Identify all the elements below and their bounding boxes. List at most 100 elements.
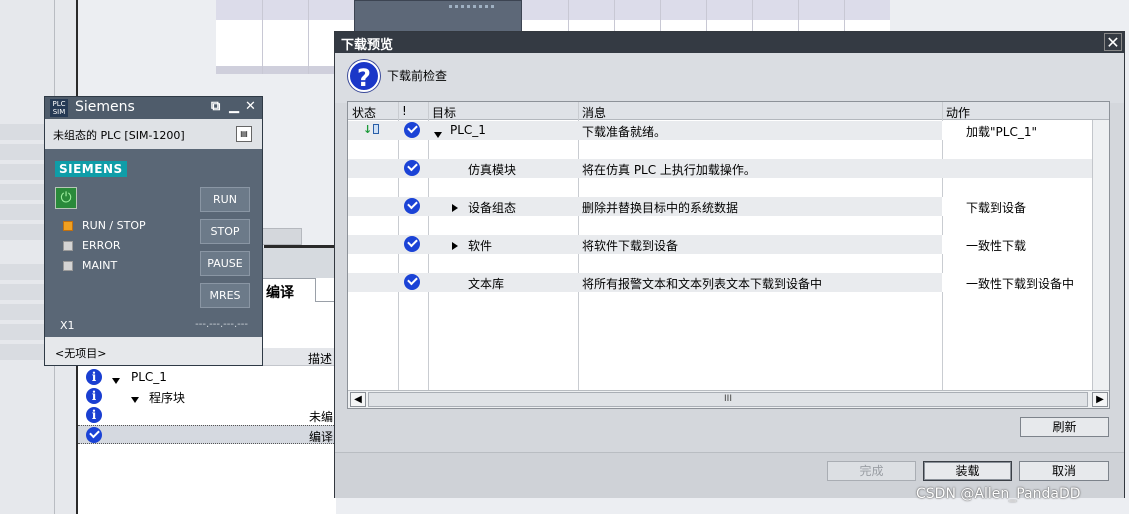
plcsim-status-bar: 未组态的 PLC [SIM-1200] ▤ [45, 119, 262, 149]
device-led [455, 5, 458, 8]
plcsim-titlebar[interactable]: PLC SIM Siemens ⧉ ▁ ✕ [45, 97, 262, 119]
row-description: 未编 [309, 410, 334, 424]
grid-header [216, 0, 890, 20]
expand-down-icon[interactable] [112, 373, 120, 387]
table-row[interactable]: 设备组态 删除并替换目标中的系统数据 下载到设备 [348, 197, 1092, 216]
mres-button[interactable]: MRES [200, 283, 250, 308]
device-led [479, 5, 482, 8]
action-value[interactable]: 下载到设备 [966, 199, 1026, 216]
check-icon [86, 427, 102, 446]
led-maint [63, 261, 73, 271]
power-icon[interactable]: ⏻ [55, 187, 77, 209]
column-target[interactable]: 目标 [432, 104, 456, 121]
dialog-subtitle: 下载前检查 [387, 69, 448, 83]
led-label: MAINT [82, 259, 118, 272]
scroll-left-icon[interactable]: ◀ [350, 392, 366, 407]
table-row[interactable]: 文本库 将所有报警文本和文本列表文本下载到设备中 一致性下载到设备中 [348, 273, 1092, 292]
grid-column-line [308, 0, 309, 74]
pause-button[interactable]: PAUSE [200, 251, 250, 276]
question-icon: ? [348, 60, 380, 92]
download-preview-dialog: 下载预览 ✕ ? 下载前检查 状态 ! 目标 消息 动作 ↓ PLC_1 下载准… [334, 31, 1125, 498]
column-action[interactable]: 动作 [946, 104, 970, 121]
target-cell: PLC_1 [450, 123, 486, 137]
device-led [467, 5, 470, 8]
table-row[interactable]: 软件 将软件下载到设备 一致性下载 [348, 235, 1092, 254]
check-table: 状态 ! 目标 消息 动作 ↓ PLC_1 下载准备就绪。 加载"PLC_1" … [347, 101, 1110, 409]
message-cell: 将所有报警文本和文本列表文本下载到设备中 [582, 277, 823, 291]
stop-button[interactable]: STOP [200, 219, 250, 244]
minimize-icon[interactable]: ▁ [229, 99, 239, 114]
refresh-button[interactable]: 刷新 [1020, 417, 1109, 437]
plc-status-text: 未组态的 PLC [SIM-1200] [53, 129, 185, 142]
led-label: ERROR [82, 239, 121, 252]
close-icon[interactable]: ✕ [245, 99, 256, 114]
device-led [485, 5, 488, 8]
led-label: RUN / STOP [82, 219, 146, 232]
info-icon: i [86, 388, 102, 404]
cancel-button[interactable]: 取消 [1019, 461, 1109, 481]
table-row[interactable]: i PLC_1 [78, 368, 336, 387]
plcsim-project-bar: <无项目> [45, 337, 262, 365]
action-value[interactable]: 一致性下载到设备中 [966, 275, 1074, 292]
target-cell: 仿真模块 [468, 163, 517, 177]
close-icon[interactable]: ✕ [1104, 33, 1122, 52]
device-led [473, 5, 476, 8]
plcsim-window: PLC SIM Siemens ⧉ ▁ ✕ 未组态的 PLC [SIM-1200… [44, 96, 263, 366]
plcsim-title: Siemens [75, 99, 135, 115]
column-message[interactable]: 消息 [582, 104, 606, 121]
message-cell: 将在仿真 PLC 上执行加载操作。 [582, 163, 756, 177]
expand-right-icon[interactable] [452, 239, 458, 253]
target-cell: 软件 [468, 239, 493, 253]
check-icon [404, 122, 420, 141]
panel-toggle-icon[interactable]: ▤ [236, 126, 252, 142]
tab-compile[interactable]: 编译 [262, 278, 316, 302]
port-label: X1 [60, 319, 75, 332]
dialog-title: 下载预览 [341, 38, 394, 53]
dialog-titlebar[interactable]: 下载预览 ✕ [335, 32, 1124, 53]
table-row[interactable]: i 未编 [78, 406, 336, 425]
check-icon [404, 236, 420, 255]
table-row[interactable]: ↓ PLC_1 下载准备就绪。 加载"PLC_1" [348, 121, 1092, 140]
panel-divider [264, 245, 336, 248]
device-led [491, 5, 494, 8]
ip-address: ---.---.---.--- [195, 319, 248, 330]
finish-button[interactable]: 完成 [827, 461, 916, 481]
message-cell: 将软件下载到设备 [582, 239, 679, 253]
siemens-brand: SIEMENS [55, 161, 127, 177]
info-icon: i [86, 369, 102, 385]
expand-right-icon[interactable] [452, 201, 458, 215]
device-led [461, 5, 464, 8]
table-header: 状态 ! 目标 消息 动作 [348, 102, 1109, 120]
message-cell: 下载准备就绪。 [582, 125, 667, 139]
grid-column-line [262, 0, 263, 74]
expand-down-icon[interactable] [131, 392, 139, 406]
target-cell: 设备组态 [468, 201, 517, 215]
table-row[interactable]: 仿真模块 将在仿真 PLC 上执行加载操作。 [348, 159, 1092, 178]
row-label: PLC_1 [131, 370, 167, 384]
led-error [63, 241, 73, 251]
table-row[interactable]: 编译 [78, 425, 336, 444]
table-row[interactable]: i 程序块 [78, 387, 336, 406]
plcsim-logo-icon: PLC SIM [50, 99, 68, 117]
project-text: <无项目> [55, 347, 107, 360]
column-status[interactable]: 状态 [352, 104, 376, 121]
plc-device-image[interactable] [354, 0, 522, 32]
action-value[interactable]: 一致性下载 [966, 237, 1026, 254]
check-icon [404, 198, 420, 217]
scroll-thumb[interactable]: III [368, 392, 1088, 407]
vertical-scrollbar[interactable] [1092, 120, 1109, 390]
led-run-stop [63, 221, 73, 231]
horizontal-scrollbar[interactable]: ◀ III ▶ [348, 390, 1109, 408]
csdn-watermark: CSDN @Allen_PandaDD [916, 486, 1081, 502]
column-flag[interactable]: ! [402, 104, 407, 118]
target-cell: 文本库 [468, 277, 505, 291]
restore-icon[interactable]: ⧉ [211, 99, 220, 114]
expand-down-icon[interactable] [434, 127, 442, 141]
row-description: 编译 [309, 430, 334, 444]
run-button[interactable]: RUN [200, 187, 250, 212]
load-button[interactable]: 装载 [923, 461, 1012, 481]
scroll-right-icon[interactable]: ▶ [1092, 392, 1108, 407]
download-status-icon: ↓ [363, 123, 380, 136]
message-cell: 删除并替换目标中的系统数据 [582, 201, 739, 215]
action-value[interactable]: 加载"PLC_1" [966, 123, 1037, 140]
